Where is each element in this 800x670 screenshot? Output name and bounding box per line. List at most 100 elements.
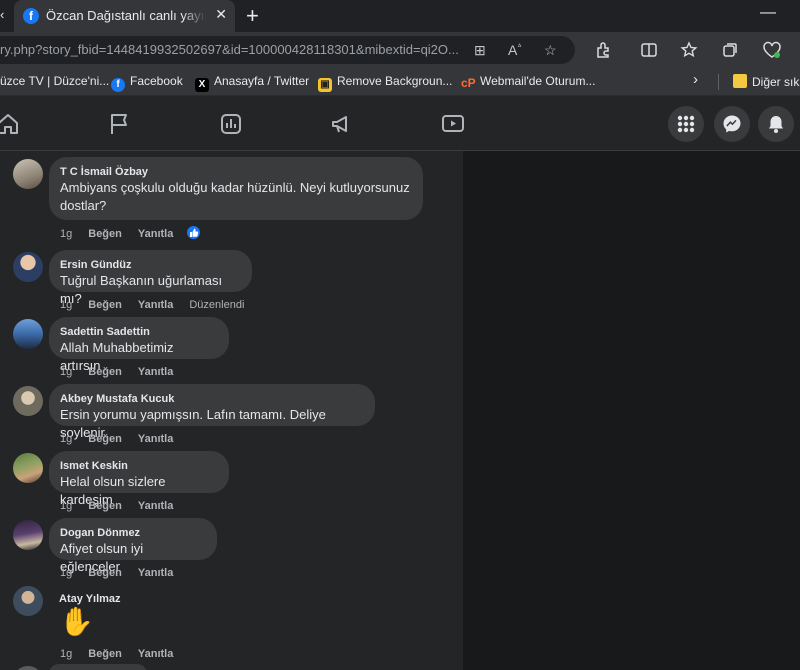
bookmark-twitter[interactable]: X Anasayfa / Twitter xyxy=(195,74,309,92)
bookmark-webmail[interactable]: cP Webmail'de Oturum... xyxy=(461,74,595,90)
split-screen-icon[interactable] xyxy=(640,41,658,59)
bookmark-remove-background[interactable]: ▣ Remove Backgroun... xyxy=(318,74,452,92)
bell-icon xyxy=(769,116,783,133)
notifications-button[interactable] xyxy=(758,106,794,142)
bookmark-facebook[interactable]: f Facebook xyxy=(111,74,183,92)
like-button[interactable]: Beğen xyxy=(88,299,122,311)
comment-time[interactable]: 1g xyxy=(60,433,72,445)
folder-icon xyxy=(733,74,747,88)
comment-author[interactable]: Atay Yılmaz xyxy=(59,592,121,606)
messenger-icon xyxy=(723,115,741,133)
browser-tab[interactable]: f Özcan Dağıstanlı canlı yayındaydı ✕ xyxy=(14,0,235,32)
other-bookmarks-folder[interactable]: Diğer sık xyxy=(733,74,799,89)
favorite-star-icon[interactable]: ☆ xyxy=(544,42,557,59)
facebook-icon: f xyxy=(111,78,125,92)
bookmark-duzce-tv[interactable]: üzce TV | Düzce'ni... xyxy=(0,74,109,88)
pages-flag-icon[interactable] xyxy=(108,112,132,136)
comments-panel: T C İsmail Özbay Ambiyans çoşkulu olduğu… xyxy=(0,151,463,670)
reply-button[interactable]: Yanıtla xyxy=(138,648,173,660)
url-field[interactable]: ry.php?story_fbid=1448419932502697&id=10… xyxy=(0,36,575,64)
x-twitter-icon: X xyxy=(195,78,209,92)
comment-author[interactable]: Akbey Mustafa Kucuk xyxy=(60,392,363,406)
comment-actions: 1g Beğen Yanıtla xyxy=(60,567,189,579)
comment-author[interactable]: Ismet Keskin xyxy=(60,459,217,473)
megaphone-icon[interactable] xyxy=(330,112,354,136)
bookmarks-divider xyxy=(718,74,719,90)
comment-time[interactable]: 1g xyxy=(60,567,72,579)
facebook-favicon-icon: f xyxy=(23,8,39,24)
remove-bg-icon: ▣ xyxy=(318,78,332,92)
app-available-icon[interactable]: ⊞ xyxy=(474,42,486,59)
avatar[interactable] xyxy=(13,319,43,349)
messenger-button[interactable] xyxy=(714,106,750,142)
comment-bubble: Dogan Dönmez Afiyet olsun iyi eğlenceler xyxy=(49,518,217,574)
bookmarks-bar: üzce TV | Düzce'ni... f Facebook X Anasayf… xyxy=(0,68,800,96)
facebook-top-nav xyxy=(0,96,800,151)
comment-bubble: Akbey Mustafa Kucuk Ersin yorumu yapmışs… xyxy=(49,384,375,440)
avatar[interactable] xyxy=(13,666,43,670)
comment-actions: 1g Beğen Yanıtla xyxy=(60,433,189,445)
collections-icon[interactable] xyxy=(721,41,739,59)
like-button[interactable]: Beğen xyxy=(88,567,122,579)
comment-actions: 1g Beğen Yanıtla xyxy=(60,648,189,660)
reply-button[interactable]: Yanıtla xyxy=(138,366,173,378)
reply-button[interactable]: Yanıtla xyxy=(138,228,173,240)
reply-button[interactable]: Yanıtla xyxy=(138,500,173,512)
comment-bubble: Ersin Gündüz Tuğrul Başkanın uğurlaması … xyxy=(49,250,252,306)
avatar[interactable] xyxy=(13,453,43,483)
comment-bubble: Ismet Keskin Helal olsun sizlere kardeşi… xyxy=(49,451,229,507)
edited-label: Düzenlendi xyxy=(189,299,245,311)
comment-time[interactable]: 1g xyxy=(60,500,72,512)
read-aloud-icon[interactable]: Aᐞ xyxy=(508,42,522,58)
comment-time[interactable]: 1g xyxy=(60,228,72,240)
comment-time[interactable]: 1g xyxy=(60,648,72,660)
comment-actions: 1g Beğen Yanıtla xyxy=(60,500,189,512)
watch-video-icon[interactable] xyxy=(441,112,465,136)
comment-actions: 1g Beğen Yanıtla xyxy=(60,228,189,240)
comment-author[interactable]: T C İsmail Özbay xyxy=(60,165,411,179)
browser-essentials-icon[interactable] xyxy=(762,41,782,59)
reply-button[interactable]: Yanıtla xyxy=(138,433,173,445)
like-button[interactable]: Beğen xyxy=(88,433,122,445)
comment-author[interactable]: Dogan Dönmez xyxy=(60,526,205,540)
favorites-icon[interactable] xyxy=(680,41,698,59)
browser-tab-bar: ‹ f Özcan Dağıstanlı canlı yayındaydı ✕ … xyxy=(0,0,800,32)
avatar[interactable] xyxy=(13,159,43,189)
extensions-icon[interactable] xyxy=(594,41,612,59)
like-reaction-icon[interactable] xyxy=(185,224,202,241)
comment-bubble: T C İsmail Özbay Ambiyans çoşkulu olduğu… xyxy=(49,157,423,220)
avatar[interactable] xyxy=(13,252,43,282)
raised-hand-emoji: ✋ xyxy=(59,606,94,637)
comment-time[interactable]: 1g xyxy=(60,366,72,378)
menu-grid-icon xyxy=(677,115,695,133)
url-text[interactable]: ry.php?story_fbid=1448419932502697&id=10… xyxy=(0,42,465,57)
comment-actions: 1g Beğen Yanıtla xyxy=(60,366,189,378)
cpanel-icon: cP xyxy=(461,76,476,90)
comment-text-line: dostlar? xyxy=(60,198,107,213)
reply-button[interactable]: Yanıtla xyxy=(138,567,173,579)
tab-scroll-left-icon[interactable]: ‹ xyxy=(0,7,4,22)
comment-author[interactable]: Ersin Gündüz xyxy=(60,258,240,272)
minimize-window-icon[interactable]: — xyxy=(760,4,776,22)
avatar[interactable] xyxy=(13,520,43,550)
comment-author[interactable]: Sadettin Sadettin xyxy=(60,325,217,339)
close-tab-icon[interactable]: ✕ xyxy=(215,6,227,23)
avatar[interactable] xyxy=(13,586,43,616)
menu-button[interactable] xyxy=(668,106,704,142)
comment-bubble: Sadettin Sadettin Allah Muhabbetimiz art… xyxy=(49,317,229,373)
home-icon[interactable] xyxy=(0,112,20,136)
comment-time[interactable]: 1g xyxy=(60,299,72,311)
ads-manager-icon[interactable] xyxy=(219,112,243,136)
like-button[interactable]: Beğen xyxy=(88,648,122,660)
reply-button[interactable]: Yanıtla xyxy=(138,299,173,311)
new-tab-icon[interactable]: + xyxy=(246,3,259,29)
right-empty-pane xyxy=(463,151,800,670)
avatar[interactable] xyxy=(13,386,43,416)
tab-title: Özcan Dağıstanlı canlı yayındaydı xyxy=(46,8,206,23)
like-button[interactable]: Beğen xyxy=(88,228,122,240)
comment-text-line: Ambiyans çoşkulu olduğu kadar hüzünlü. N… xyxy=(60,180,410,195)
bookmarks-overflow-chevron-icon[interactable]: › xyxy=(693,71,698,88)
like-button[interactable]: Beğen xyxy=(88,366,122,378)
like-button[interactable]: Beğen xyxy=(88,500,122,512)
comment-bubble-partial xyxy=(49,664,147,670)
